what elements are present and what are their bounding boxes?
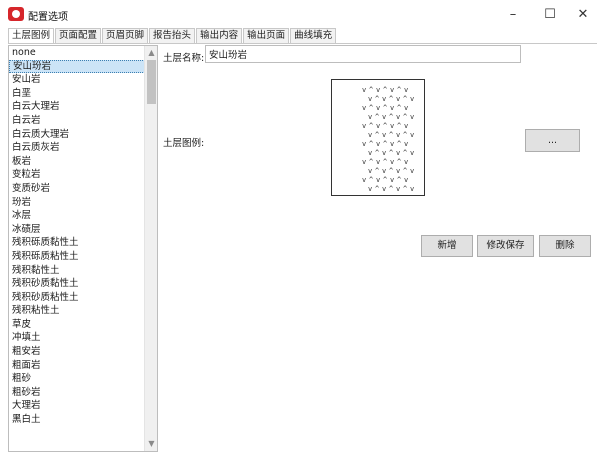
list-item[interactable]: 冰层 — [9, 209, 145, 223]
layer-name-label: 土层名称: — [163, 53, 205, 64]
legend-pattern-mark: v — [404, 176, 409, 184]
legend-pattern-mark: v — [410, 95, 415, 103]
legend-pattern-row: v ^ v ^ v ^ v — [332, 185, 426, 194]
layer-legend-label: 土层图例: — [163, 138, 205, 149]
list-item[interactable]: 草皮 — [9, 318, 145, 332]
list-item[interactable]: 残积粘性土 — [9, 304, 145, 318]
list-item[interactable]: 白云大理岩 — [9, 100, 145, 114]
list-item[interactable]: 冰碛层 — [9, 223, 145, 237]
delete-button[interactable]: 删除 — [539, 235, 591, 257]
legend-pattern-mark: v — [404, 86, 409, 94]
legend-pattern-mark: v — [410, 113, 415, 121]
list-item[interactable]: 安山岩 — [9, 73, 145, 87]
scrollbar-thumb[interactable] — [147, 60, 156, 104]
tab-curve-fill[interactable]: 曲线填充 — [290, 28, 337, 43]
tab-header-footer[interactable]: 页眉页脚 — [102, 28, 149, 43]
list-item[interactable]: 变质砂岩 — [9, 182, 145, 196]
chevron-down-icon[interactable]: ▼ — [145, 438, 157, 450]
legend-pattern-row: v ^ v ^ v ^ v — [332, 104, 426, 113]
legend-pattern-row: v ^ v ^ v ^ v — [332, 158, 426, 167]
tab-divider — [8, 43, 597, 44]
minimize-button[interactable]: – — [495, 2, 531, 26]
list-item[interactable]: 板岩 — [9, 155, 145, 169]
list-item[interactable]: 变粒岩 — [9, 168, 145, 182]
legend-pattern-mark: v — [404, 122, 409, 130]
legend-pattern-preview: v ^ v ^ v ^ v v ^ v ^ v ^ v v ^ v ^ v ^ v v ^ v ^ v ^ v v ^ v ^ v ^ v v ^ v ^ v… — [331, 79, 425, 196]
legend-pattern-row: v ^ v ^ v ^ v — [332, 86, 426, 95]
title-bar: 配置选项 – ☐ ✕ — [0, 0, 597, 28]
list-item[interactable]: none — [9, 46, 145, 60]
legend-pattern-row: v ^ v ^ v ^ v — [332, 122, 426, 131]
list-item[interactable]: 大理岩 — [9, 399, 145, 413]
list-item[interactable]: 残积砂质黏性土 — [9, 277, 145, 291]
tab-report-header[interactable]: 报告抬头 — [149, 28, 196, 43]
tab-strip: 土层图例 页面配置 页眉页脚 报告抬头 输出内容 输出页面 曲线填充 — [8, 28, 337, 44]
list-item[interactable]: 残积砾质黏性土 — [9, 236, 145, 250]
layer-listbox[interactable]: none 安山玢岩 安山岩 白垩 白云大理岩 白云岩 白云质大理岩 白云质灰岩 板岩 变粒岩 变质砂… — [8, 45, 158, 452]
window-title: 配置选项 — [28, 12, 68, 23]
legend-pattern-mark: v — [404, 158, 409, 166]
tab-output-pages[interactable]: 输出页面 — [243, 28, 290, 43]
list-scrollbar[interactable]: ▲ ▼ — [144, 46, 157, 451]
close-button[interactable]: ✕ — [565, 2, 597, 26]
legend-pattern-mark: v — [410, 131, 415, 139]
legend-pattern-row: v ^ v ^ v ^ v — [332, 167, 426, 176]
list-item[interactable]: 白垩 — [9, 87, 145, 101]
list-item[interactable]: 白云质灰岩 — [9, 141, 145, 155]
legend-pattern-row: v ^ v ^ v ^ v — [332, 113, 426, 122]
list-item[interactable]: 安山玢岩 — [9, 59, 145, 74]
chevron-up-icon[interactable]: ▲ — [145, 47, 157, 59]
list-item[interactable]: 玢岩 — [9, 196, 145, 210]
save-changes-button[interactable]: 修改保存 — [477, 235, 534, 257]
legend-pattern-row: v ^ v ^ v ^ v — [332, 149, 426, 158]
list-item[interactable]: 粗砂岩 — [9, 386, 145, 400]
tab-page-config[interactable]: 页面配置 — [55, 28, 102, 43]
list-item[interactable]: 粗面岩 — [9, 359, 145, 373]
list-item[interactable]: 残积砾质粘性土 — [9, 250, 145, 264]
list-item[interactable]: 残积黏性土 — [9, 264, 145, 278]
legend-pattern-mark: v — [410, 149, 415, 157]
layer-list: none 安山玢岩 安山岩 白垩 白云大理岩 白云岩 白云质大理岩 白云质灰岩 板岩 变粒岩 变质砂… — [9, 46, 145, 427]
tab-output-content[interactable]: 输出内容 — [196, 28, 243, 43]
add-button[interactable]: 新增 — [421, 235, 473, 257]
legend-pattern-mark: v — [404, 140, 409, 148]
legend-pattern-row: v ^ v ^ v ^ v — [332, 95, 426, 104]
list-item[interactable]: 残积砂质粘性土 — [9, 291, 145, 305]
legend-pattern-mark: v — [410, 167, 415, 175]
list-item[interactable]: 冲填土 — [9, 331, 145, 345]
list-item[interactable]: 粗砂 — [9, 372, 145, 386]
legend-pattern-mark: v — [404, 104, 409, 112]
legend-pattern-mark: v — [410, 185, 415, 193]
maximize-button[interactable]: ☐ — [532, 2, 568, 26]
tab-layer-legend[interactable]: 土层图例 — [8, 28, 55, 44]
legend-pattern-row: v ^ v ^ v ^ v — [332, 176, 426, 185]
list-item[interactable]: 粗安岩 — [9, 345, 145, 359]
legend-pattern-row: v ^ v ^ v ^ v — [332, 140, 426, 149]
list-item[interactable]: 白云质大理岩 — [9, 128, 145, 142]
browse-pattern-button[interactable]: ... — [525, 129, 580, 152]
list-item[interactable]: 白云岩 — [9, 114, 145, 128]
list-item[interactable]: 黑白土 — [9, 413, 145, 427]
app-logo-icon — [8, 7, 24, 21]
layer-name-input[interactable] — [205, 45, 521, 63]
legend-pattern-row: v ^ v ^ v ^ v — [332, 131, 426, 140]
